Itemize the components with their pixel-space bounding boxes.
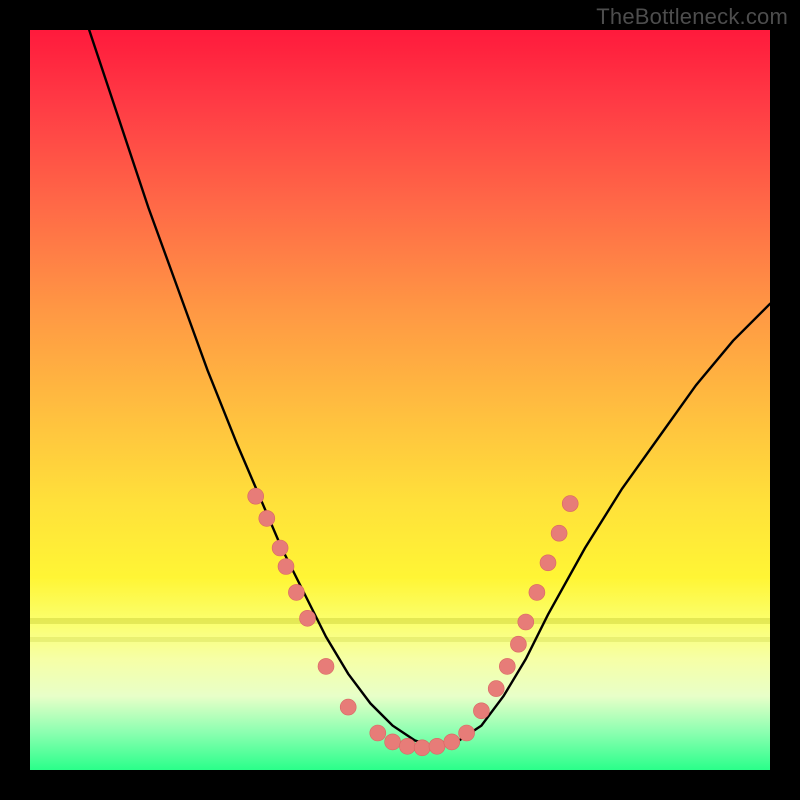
right-arm-markers [473,496,578,719]
data-point [562,496,578,512]
plot-area [30,30,770,770]
data-point [473,703,489,719]
data-point [518,614,534,630]
data-point [444,734,460,750]
data-point [499,658,515,674]
data-point [318,658,334,674]
left-arm-markers [248,488,357,715]
data-point [340,699,356,715]
curve-layer [30,30,770,770]
data-point [540,555,556,571]
data-point [300,610,316,626]
watermark-text: TheBottleneck.com [596,4,788,30]
data-point [248,488,264,504]
data-point [370,725,386,741]
data-point [288,584,304,600]
data-point [459,725,475,741]
data-point [385,734,401,750]
valley-markers [370,725,475,756]
chart-frame: TheBottleneck.com [0,0,800,800]
data-point [429,738,445,754]
data-point [399,738,415,754]
data-point [278,559,294,575]
data-point [529,584,545,600]
data-point [488,681,504,697]
data-point [551,525,567,541]
data-point [510,636,526,652]
bottleneck-curve [89,30,770,748]
data-point [259,510,275,526]
data-point [414,740,430,756]
data-point [272,540,288,556]
